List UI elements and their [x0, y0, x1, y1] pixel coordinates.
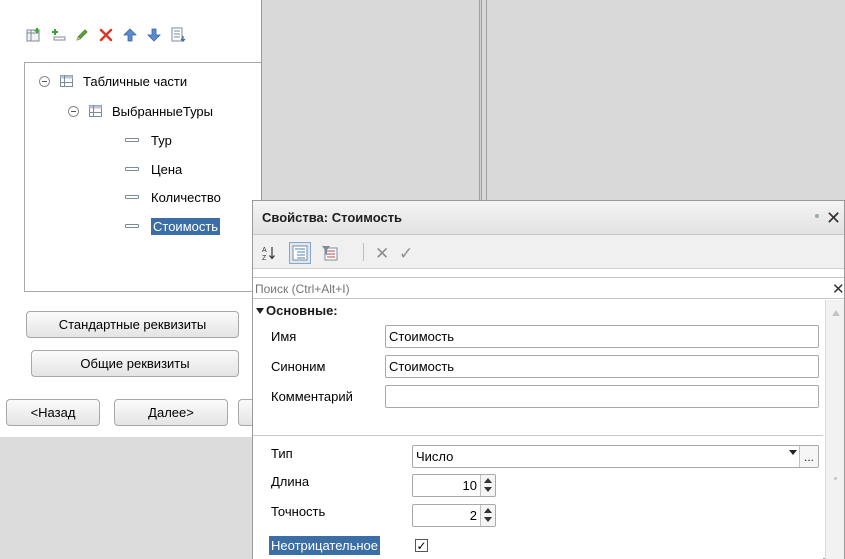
section-divider: [253, 435, 823, 436]
tree-toolbar: [26, 24, 186, 46]
edit-pencil-icon[interactable]: [74, 27, 90, 43]
length-label: Длина: [271, 474, 310, 489]
table-icon: [89, 105, 102, 117]
tree-label: Тур: [151, 132, 172, 148]
move-up-icon[interactable]: [122, 27, 138, 43]
close-icon[interactable]: ✕: [826, 208, 841, 229]
tree-node-price[interactable]: Цена: [125, 158, 182, 180]
precision-field[interactable]: 2: [412, 504, 496, 527]
search-clear-icon[interactable]: ✕: [832, 280, 845, 298]
dropdown-arrow-icon[interactable]: [789, 450, 797, 455]
precision-value: 2: [469, 508, 477, 523]
standard-attributes-button[interactable]: Стандартные реквизиты: [26, 311, 239, 338]
attribute-icon: [125, 195, 139, 199]
toolbar-separator: [363, 243, 364, 261]
svg-text:Z: Z: [262, 255, 267, 261]
filter-properties-icon[interactable]: [319, 242, 341, 264]
expand-triangle-icon[interactable]: [256, 307, 264, 314]
panel-footer: [0, 437, 262, 559]
table-icon: [60, 75, 73, 87]
type-field[interactable]: Число ...: [412, 445, 819, 468]
type-value: Число: [416, 449, 454, 464]
collapse-icon[interactable]: [68, 105, 79, 117]
search-input[interactable]: [255, 280, 815, 297]
tree-node-cost[interactable]: Стоимость: [125, 215, 221, 237]
configurator-panel: Табличные части ВыбранныеТуры Тур Цена К…: [0, 0, 268, 559]
splitter[interactable]: [479, 0, 482, 220]
properties-search: ✕: [253, 277, 845, 299]
group-basic[interactable]: Основные:: [256, 303, 338, 318]
move-down-icon[interactable]: [146, 27, 162, 43]
collapse-icon[interactable]: [39, 75, 50, 87]
select-type-button[interactable]: ...: [799, 446, 818, 467]
clear-icon[interactable]: ✕: [375, 244, 389, 264]
attribute-icon: [125, 138, 139, 142]
spin-down-icon[interactable]: [484, 487, 492, 492]
pin-icon[interactable]: [815, 214, 819, 218]
tree-label: Количество: [151, 189, 221, 205]
svg-text:A: A: [262, 247, 267, 254]
attribute-icon: [125, 167, 139, 171]
common-attributes-button[interactable]: Общие реквизиты: [31, 350, 239, 377]
properties-title: Свойства: Стоимость: [262, 210, 403, 225]
attribute-icon: [125, 224, 139, 228]
tree-node-tour[interactable]: Тур: [125, 129, 172, 151]
metadata-tree[interactable]: Табличные части ВыбранныеТуры Тур Цена К…: [24, 62, 262, 292]
group-label: Основные:: [266, 303, 338, 318]
delete-icon[interactable]: [98, 27, 114, 43]
precision-spinner[interactable]: [480, 505, 495, 526]
apply-icon[interactable]: ✓: [399, 244, 413, 264]
tree-label: Цена: [151, 161, 183, 177]
properties-scrollbar[interactable]: [825, 300, 844, 559]
spin-up-icon[interactable]: [484, 478, 492, 483]
tree-label: ВыбранныеТуры: [112, 103, 213, 119]
synonym-label: Синоним: [271, 359, 326, 374]
spin-up-icon[interactable]: [484, 508, 492, 513]
type-label: Тип: [271, 446, 293, 461]
add-table-icon[interactable]: [26, 27, 42, 43]
group-by-category-icon[interactable]: [289, 242, 311, 264]
spin-down-icon[interactable]: [484, 517, 492, 522]
properties-grid: Основные: Имя Стоимость Синоним Стоимост…: [253, 300, 823, 559]
tree-node-selected-tours[interactable]: ВыбранныеТуры: [68, 100, 213, 122]
name-value: Стоимость: [389, 329, 455, 344]
tree-node-tabular-sections[interactable]: Табличные части: [39, 70, 187, 92]
length-spinner[interactable]: [480, 475, 495, 496]
tree-node-quantity[interactable]: Количество: [125, 186, 221, 208]
comment-field[interactable]: [385, 385, 819, 408]
length-field[interactable]: 10: [412, 474, 496, 497]
synonym-field[interactable]: Стоимость: [385, 355, 819, 378]
next-button[interactable]: Далее>: [114, 399, 228, 426]
properties-title-bar[interactable]: Свойства: Стоимость ✕: [253, 201, 844, 235]
synonym-value: Стоимость: [389, 359, 455, 374]
properties-window: Свойства: Стоимость ✕ A Z ✕ ✓ Поиск (Ctr…: [252, 200, 845, 559]
length-value: 10: [462, 478, 477, 493]
sort-alphabetical-icon[interactable]: A Z: [258, 242, 280, 264]
tree-label-selected: Стоимость: [151, 217, 221, 235]
back-button[interactable]: <Назад: [6, 399, 100, 426]
nonnegative-label: Неотрицательное: [269, 536, 381, 555]
add-attribute-icon[interactable]: [50, 27, 66, 43]
scroll-up-icon[interactable]: [832, 310, 840, 316]
workspace-area: [262, 0, 845, 200]
splitter-line: [486, 0, 487, 220]
precision-label: Точность: [271, 504, 326, 519]
name-field[interactable]: Стоимость: [385, 325, 819, 348]
scroll-thumb[interactable]: [834, 477, 837, 480]
comment-label: Комментарий: [271, 389, 353, 404]
tree-label: Табличные части: [83, 73, 188, 89]
properties-toolbar: A Z ✕ ✓: [253, 235, 844, 269]
sort-list-icon[interactable]: [170, 27, 186, 43]
name-label: Имя: [271, 329, 297, 344]
nonnegative-checkbox[interactable]: ✓: [415, 539, 428, 552]
